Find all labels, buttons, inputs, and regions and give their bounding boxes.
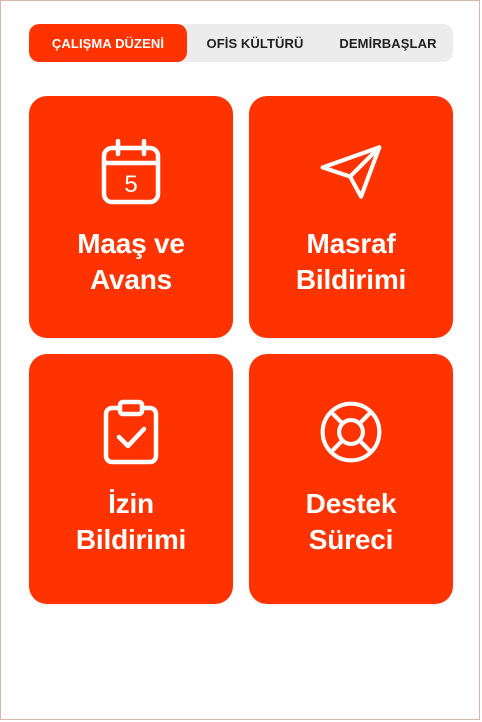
send-icon [319, 138, 383, 206]
card-label-line1: Maaş ve [77, 228, 185, 259]
card-destek-sureci[interactable]: Destek Süreci [249, 354, 453, 604]
card-label: İzin Bildirimi [29, 486, 233, 558]
card-label-line1: Masraf [306, 228, 396, 259]
card-label: Destek Süreci [249, 486, 453, 558]
tab-label: DEMİRBAŞLAR [339, 35, 437, 51]
card-label-line2: Bildirimi [295, 264, 407, 295]
tab-calisma-duzeni[interactable]: ÇALIŞMA DÜZENİ [29, 24, 187, 62]
tab-demirbaslar[interactable]: DEMİRBAŞLAR [323, 24, 453, 62]
tab-label: OFİS KÜLTÜRÜ [206, 35, 304, 51]
calendar-day-number: 5 [124, 171, 137, 198]
tab-ofis-kulturu[interactable]: OFİS KÜLTÜRÜ [187, 24, 323, 62]
card-label-line2: Bildirimi [75, 524, 187, 555]
calendar-icon: 5 [99, 138, 163, 206]
card-label: Masraf Bildirimi [249, 226, 453, 298]
card-label-line2: Avans [89, 264, 172, 295]
lifebuoy-icon [319, 398, 383, 466]
card-izin-bildirimi[interactable]: İzin Bildirimi [29, 354, 233, 604]
card-label-line1: Destek [305, 488, 397, 519]
card-label: Maaş ve Avans [29, 226, 233, 298]
card-maas-ve-avans[interactable]: 5 Maaş ve Avans [29, 96, 233, 338]
clipboard-check-icon [99, 398, 163, 466]
tab-label: ÇALIŞMA DÜZENİ [51, 35, 165, 51]
card-label-line2: Süreci [308, 524, 394, 555]
card-label-line1: İzin [108, 488, 154, 519]
category-segmented-control: ÇALIŞMA DÜZENİ OFİS KÜLTÜRÜ DEMİRBAŞLAR [29, 24, 453, 62]
card-masraf-bildirimi[interactable]: Masraf Bildirimi [249, 96, 453, 338]
